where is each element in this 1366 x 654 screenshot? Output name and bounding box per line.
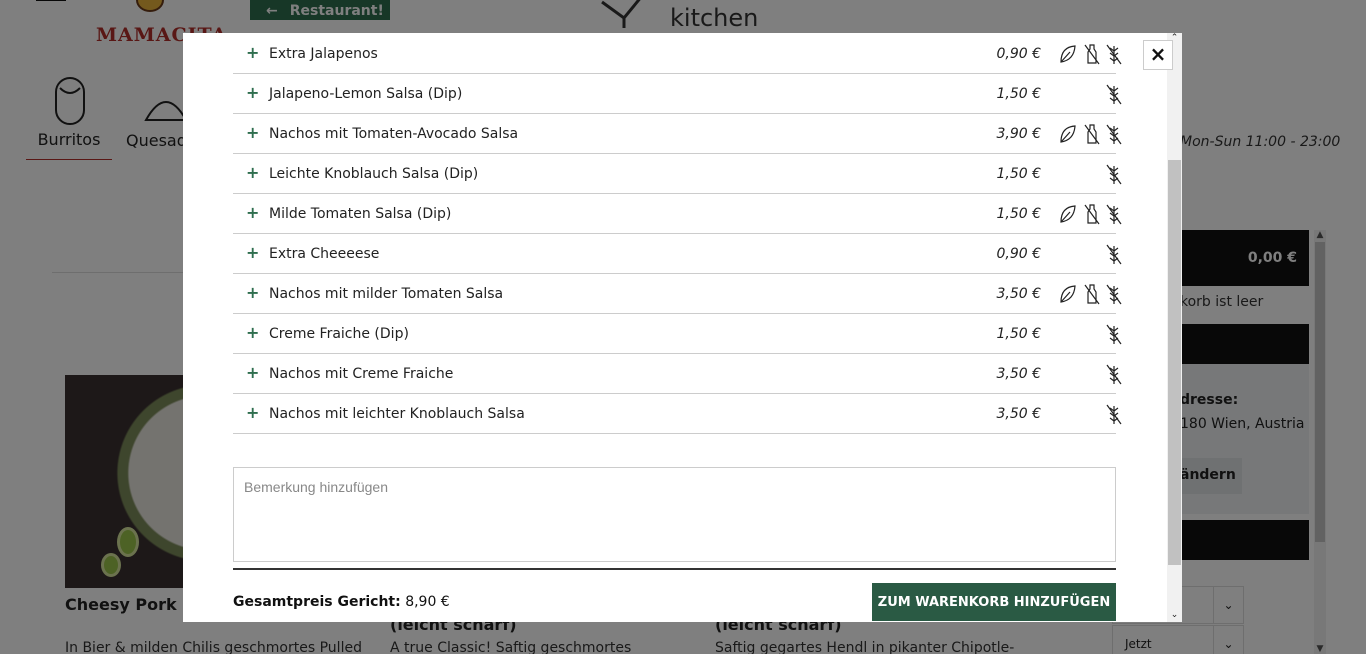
extra-item[interactable]: + Nachos mit Creme Fraiche 3,50 €: [233, 354, 1122, 394]
add-extra-icon[interactable]: +: [246, 203, 259, 222]
total-price: Gesamtpreis Gericht: 8,90 €: [233, 594, 450, 610]
add-extra-icon[interactable]: +: [246, 323, 259, 342]
vegetarian-leaf-icon: [1060, 125, 1076, 143]
extra-item-price: 1,50 €: [996, 86, 1041, 102]
gluten-free-icon: [1106, 164, 1122, 185]
gluten-free-icon: [1106, 44, 1122, 65]
allergen-icons: [1046, 203, 1122, 225]
extra-item-name: Creme Fraiche (Dip): [269, 326, 409, 342]
add-extra-icon[interactable]: +: [246, 163, 259, 182]
gluten-free-icon: [1106, 404, 1122, 425]
close-button[interactable]: ×: [1143, 40, 1173, 70]
allergen-icons: [1046, 403, 1122, 425]
add-extra-icon[interactable]: +: [246, 243, 259, 262]
allergen-icons: [1046, 83, 1122, 105]
gluten-free-icon: [1106, 364, 1122, 385]
gluten-free-icon: [1106, 204, 1122, 225]
allergen-icons: [1046, 123, 1122, 145]
extra-item-name: Extra Jalapenos: [269, 46, 378, 62]
gluten-free-icon: [1106, 244, 1122, 265]
extra-item-name: Extra Cheeeese: [269, 246, 380, 262]
allergen-icons: [1046, 323, 1122, 345]
extra-item-name: Milde Tomaten Salsa (Dip): [269, 206, 452, 222]
extra-item[interactable]: + Nachos mit Tomaten-Avocado Salsa 3,90 €: [233, 114, 1122, 154]
extra-item-name: Leichte Knoblauch Salsa (Dip): [269, 166, 479, 182]
extras-modal: + Extra Jalapenos 0,90 € + Jalapeno-Lemon Sa…: [183, 33, 1182, 622]
gluten-free-icon: [1106, 284, 1122, 305]
extra-item[interactable]: + Nachos mit milder Tomaten Salsa 3,50 €: [233, 274, 1122, 314]
add-extra-icon[interactable]: +: [246, 123, 259, 142]
extra-item[interactable]: + Jalapeno-Lemon Salsa (Dip) 1,50 €: [233, 74, 1122, 114]
extra-item-price: 3,50 €: [996, 366, 1041, 382]
gluten-free-icon: [1106, 84, 1122, 105]
add-extra-icon[interactable]: +: [246, 83, 259, 102]
allergen-icons: [1046, 243, 1122, 265]
extra-item-price: 1,50 €: [996, 326, 1041, 342]
close-icon: ×: [1149, 42, 1167, 66]
extra-item[interactable]: + Nachos mit leichter Knoblauch Salsa 3,50…: [233, 394, 1122, 434]
extra-item[interactable]: + Extra Cheeeese 0,90 €: [233, 234, 1122, 274]
extras-list: + Extra Jalapenos 0,90 € + Jalapeno-Lemon Sa…: [233, 34, 1122, 434]
extra-item-price: 3,50 €: [996, 406, 1041, 422]
gluten-free-icon: [1106, 124, 1122, 145]
gluten-free-icon: [1106, 324, 1122, 345]
extra-item[interactable]: + Leichte Knoblauch Salsa (Dip) 1,50 €: [233, 154, 1122, 194]
allergen-icons: [1046, 43, 1122, 65]
lactose-free-icon: [1084, 204, 1100, 225]
allergen-icons: [1046, 283, 1122, 305]
lactose-free-icon: [1084, 124, 1100, 145]
extra-item-price: 0,90 €: [996, 246, 1041, 262]
extra-item[interactable]: + Creme Fraiche (Dip) 1,50 €: [233, 314, 1122, 354]
extra-item-price: 3,50 €: [996, 286, 1041, 302]
extra-item[interactable]: + Milde Tomaten Salsa (Dip) 1,50 €: [233, 194, 1122, 234]
add-extra-icon[interactable]: +: [246, 363, 259, 382]
extra-item[interactable]: + Extra Jalapenos 0,90 €: [233, 34, 1122, 74]
allergen-icons: [1046, 363, 1122, 385]
extra-item-name: Nachos mit Tomaten-Avocado Salsa: [269, 126, 519, 142]
extra-item-name: Nachos mit Creme Fraiche: [269, 366, 454, 382]
remark-input[interactable]: [233, 467, 1116, 562]
add-to-cart-button[interactable]: ZUM WARENKORB HINZUFÜGEN: [872, 583, 1116, 621]
add-extra-icon[interactable]: +: [246, 43, 259, 62]
extra-item-name: Nachos mit leichter Knoblauch Salsa: [269, 406, 525, 422]
extra-item-price: 1,50 €: [996, 206, 1041, 222]
total-price-label: Gesamtpreis Gericht:: [233, 594, 401, 610]
vegetarian-leaf-icon: [1060, 285, 1076, 303]
lactose-free-icon: [1084, 284, 1100, 305]
total-price-value: 8,90 €: [405, 594, 450, 610]
extra-item-price: 3,90 €: [996, 126, 1041, 142]
modal-scrollbar-thumb[interactable]: [1168, 160, 1181, 565]
vegetarian-leaf-icon: [1060, 205, 1076, 223]
vegetarian-leaf-icon: [1060, 45, 1076, 63]
separator: [233, 568, 1116, 570]
extra-item-price: 0,90 €: [996, 46, 1041, 62]
lactose-free-icon: [1084, 44, 1100, 65]
add-extra-icon[interactable]: +: [246, 403, 259, 422]
extra-item-name: Nachos mit milder Tomaten Salsa: [269, 286, 504, 302]
extra-item-name: Jalapeno-Lemon Salsa (Dip): [269, 86, 463, 102]
add-extra-icon[interactable]: +: [246, 283, 259, 302]
modal-scrollbar[interactable]: ⌃ ⌄: [1167, 33, 1182, 622]
allergen-icons: [1046, 163, 1122, 185]
scroll-down-icon[interactable]: ⌄: [1167, 610, 1182, 620]
extra-item-price: 1,50 €: [996, 166, 1041, 182]
